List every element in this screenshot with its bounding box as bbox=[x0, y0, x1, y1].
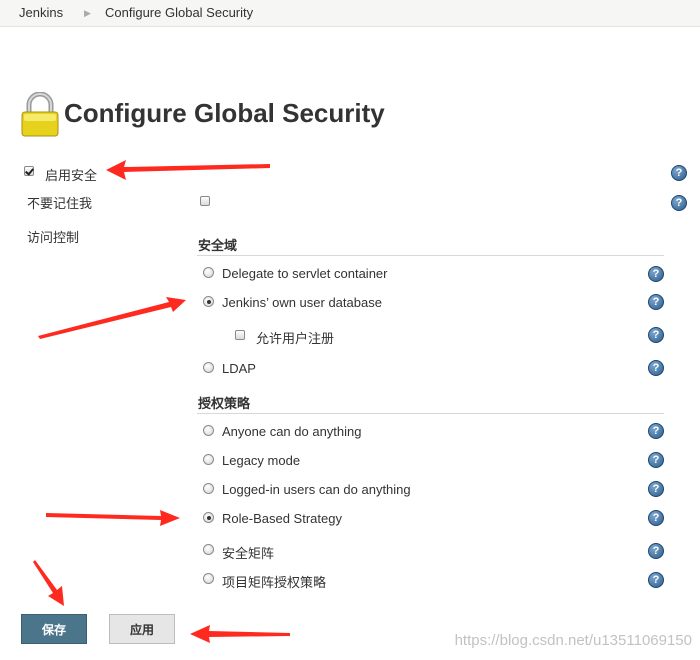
auth-legacy-label: Legacy mode bbox=[222, 453, 301, 468]
realm-servlet-radio[interactable] bbox=[203, 267, 214, 278]
realm-own-db-radio[interactable] bbox=[203, 296, 214, 307]
authorization-heading: 授权策略 bbox=[198, 396, 251, 411]
enable-security-label: 启用安全 bbox=[45, 168, 98, 183]
question-mark-icon[interactable]: ? bbox=[648, 543, 664, 559]
arrow-icon bbox=[190, 625, 290, 643]
question-mark-icon[interactable]: ? bbox=[648, 360, 664, 376]
auth-anyone-label: Anyone can do anything bbox=[222, 424, 362, 439]
question-mark-icon[interactable]: ? bbox=[648, 294, 664, 310]
auth-project-matrix-label: 项目矩阵授权策略 bbox=[222, 575, 327, 590]
realm-ldap-radio[interactable] bbox=[203, 362, 214, 373]
realm-ldap-label: LDAP bbox=[222, 361, 256, 376]
breadcrumb: Jenkins ▶ Configure Global Security bbox=[0, 0, 700, 27]
question-mark-icon[interactable]: ? bbox=[671, 165, 687, 181]
question-mark-icon[interactable]: ? bbox=[648, 452, 664, 468]
realm-own-db-label: Jenkins’ own user database bbox=[222, 295, 382, 310]
allow-signup-label: 允许用户注册 bbox=[256, 331, 335, 346]
disable-remember-me-checkbox[interactable] bbox=[200, 196, 210, 206]
apply-button[interactable]: 应用 bbox=[109, 614, 175, 644]
save-button[interactable]: 保存 bbox=[21, 614, 87, 644]
question-mark-icon[interactable]: ? bbox=[648, 327, 664, 343]
access-control-label: 访问控制 bbox=[27, 230, 80, 245]
auth-role-based-label: Role-Based Strategy bbox=[222, 511, 342, 526]
question-mark-icon[interactable]: ? bbox=[648, 266, 664, 282]
arrow-icon bbox=[46, 510, 180, 526]
question-mark-icon[interactable]: ? bbox=[648, 572, 664, 588]
realm-servlet-label: Delegate to servlet container bbox=[222, 266, 388, 281]
question-mark-icon[interactable]: ? bbox=[648, 510, 664, 526]
auth-matrix-label: 安全矩阵 bbox=[222, 546, 275, 561]
breadcrumb-current: Configure Global Security bbox=[105, 5, 254, 20]
section-divider bbox=[197, 413, 664, 414]
auth-matrix-radio[interactable] bbox=[203, 544, 214, 555]
security-realm-heading: 安全域 bbox=[198, 238, 238, 253]
breadcrumb-jenkins-link[interactable]: Jenkins bbox=[19, 5, 63, 20]
auth-project-matrix-radio[interactable] bbox=[203, 573, 214, 584]
auth-role-based-radio[interactable] bbox=[203, 512, 214, 523]
page-title: Configure Global Security bbox=[64, 98, 385, 128]
auth-anyone-radio[interactable] bbox=[203, 425, 214, 436]
arrow-icon bbox=[38, 297, 186, 339]
auth-logged-in-radio[interactable] bbox=[203, 483, 214, 494]
arrow-icon bbox=[106, 160, 270, 180]
watermark: https://blog.csdn.net/u13511069150 bbox=[454, 632, 692, 649]
allow-signup-checkbox[interactable] bbox=[235, 330, 245, 340]
auth-legacy-radio[interactable] bbox=[203, 454, 214, 465]
section-divider bbox=[197, 255, 664, 256]
arrow-icon bbox=[33, 560, 64, 606]
question-mark-icon[interactable]: ? bbox=[648, 481, 664, 497]
disable-remember-me-label: 不要记住我 bbox=[27, 196, 93, 211]
question-mark-icon[interactable]: ? bbox=[648, 423, 664, 439]
question-mark-icon[interactable]: ? bbox=[671, 195, 687, 211]
triangle-right-icon: ▶ bbox=[84, 8, 91, 18]
enable-security-checkbox[interactable] bbox=[24, 166, 34, 176]
auth-logged-in-label: Logged-in users can do anything bbox=[222, 482, 411, 497]
lock-icon bbox=[21, 92, 59, 137]
